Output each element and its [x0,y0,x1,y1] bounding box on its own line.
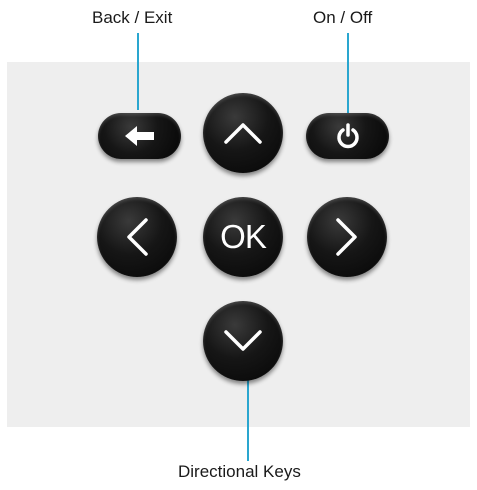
chevron-down-icon [223,328,263,354]
chevron-left-icon [124,217,150,257]
power-button[interactable] [306,113,389,159]
chevron-up-icon [223,120,263,146]
chevron-right-icon [334,217,360,257]
ok-label: OK [220,218,267,255]
back-exit-label: Back / Exit [92,8,173,27]
down-button[interactable] [203,301,283,381]
directional-keys-label: Directional Keys [178,462,301,481]
directional-leader-line [247,375,249,461]
on-off-label: On / Off [313,8,373,27]
right-button[interactable] [307,197,387,277]
left-button[interactable] [97,197,177,277]
back-button[interactable] [98,113,181,159]
ok-button[interactable]: OK [203,197,283,277]
up-button[interactable] [203,93,283,173]
power-icon [335,123,361,149]
back-leader-line [137,33,139,110]
arrow-left-icon [123,124,157,148]
